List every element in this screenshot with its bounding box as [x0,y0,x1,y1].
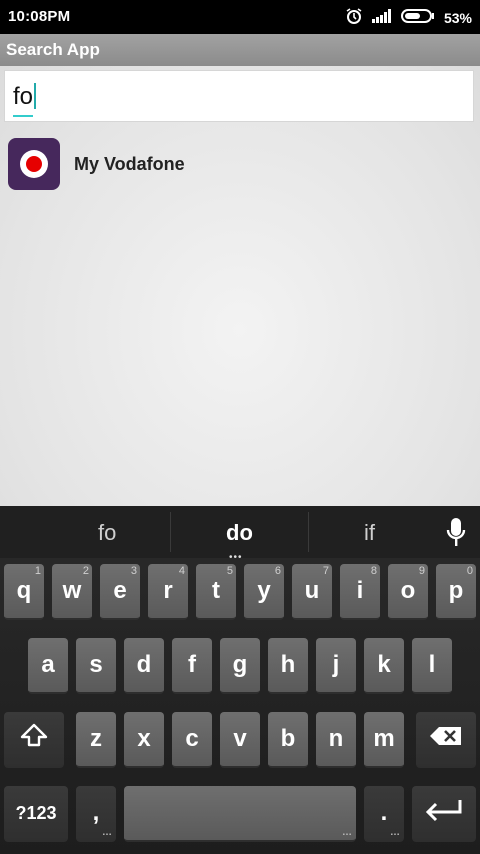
key-z[interactable]: z [76,712,116,768]
space-key[interactable]: … [124,786,356,842]
battery-percent: 53% [443,9,472,26]
shift-key[interactable] [4,712,64,768]
search-input-value[interactable]: fo [13,83,37,111]
key-t[interactable]: t5 [196,564,236,620]
suggestion-item[interactable]: if [364,520,375,546]
key-b[interactable]: b [268,712,308,768]
symbols-key[interactable]: ?123 [4,786,68,842]
enter-key[interactable] [412,786,476,842]
suggestion-strip: fo do ••• if [0,506,480,563]
backspace-icon [429,725,463,753]
status-time: 10:08PM [8,8,71,25]
soft-keyboard: fo do ••• if q1 w2 e3 r4 t5 y6 u7 i8 o9 … [0,506,480,854]
key-s[interactable]: s [76,638,116,694]
key-w[interactable]: w2 [52,564,92,620]
more-suggestions-dots[interactable]: ••• [229,552,243,563]
key-o[interactable]: o9 [388,564,428,620]
key-n[interactable]: n [316,712,356,768]
key-f[interactable]: f [172,638,212,694]
key-c[interactable]: c [172,712,212,768]
enter-icon [424,798,464,829]
alarm-icon [345,7,363,28]
app-name: My Vodafone [74,154,185,174]
page-title: Search App [6,40,100,59]
key-u[interactable]: u7 [292,564,332,620]
shift-icon [20,723,48,756]
key-comma[interactable]: ,… [76,786,116,842]
signal-icon [371,9,392,26]
suggestion-item[interactable]: fo [98,520,116,546]
key-m[interactable]: m [364,712,404,768]
status-bar: 10:08PM 53% [0,0,480,34]
key-x[interactable]: x [124,712,164,768]
key-y[interactable]: y6 [244,564,284,620]
title-bar: Search App [0,34,480,66]
key-v[interactable]: v [220,712,260,768]
composing-underline [13,115,33,117]
key-a[interactable]: a [28,638,68,694]
key-g[interactable]: g [220,638,260,694]
microphone-icon[interactable] [446,516,466,550]
key-p[interactable]: p0 [436,564,476,620]
battery-icon [400,9,435,26]
key-h[interactable]: h [268,638,308,694]
content-area: fo My Vodafone [0,66,480,506]
key-r[interactable]: r4 [148,564,188,620]
key-d[interactable]: d [124,638,164,694]
key-l[interactable]: l [412,638,452,694]
backspace-key[interactable] [416,712,476,768]
key-period[interactable]: .… [364,786,404,842]
key-e[interactable]: e3 [100,564,140,620]
vodafone-app-icon [8,138,60,190]
status-icons: 53% [345,7,472,28]
suggestion-item-primary[interactable]: do [226,520,253,546]
key-k[interactable]: k [364,638,404,694]
key-j[interactable]: j [316,638,356,694]
key-q[interactable]: q1 [4,564,44,620]
text-cursor [34,83,37,109]
search-input[interactable]: fo [4,70,474,122]
list-item[interactable]: My Vodafone [8,138,468,190]
key-i[interactable]: i8 [340,564,380,620]
